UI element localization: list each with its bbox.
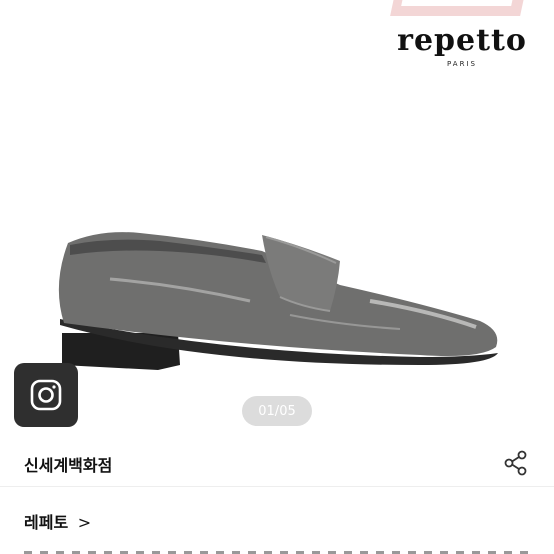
product-image[interactable]: repetto PARIS 01/05 <box>0 0 554 430</box>
share-icon[interactable] <box>502 449 530 477</box>
chevron-right-icon: > <box>77 513 92 532</box>
instagram-icon <box>30 379 62 411</box>
cutoff-text-line <box>24 551 528 554</box>
ribbon-decoration-inner <box>401 0 519 6</box>
store-name: 신세계백화점 <box>24 456 113 475</box>
store-row: 신세계백화점 <box>0 430 554 487</box>
brand-link-label: 레페토 <box>24 513 69 532</box>
gallery-counter: 01/05 <box>242 396 312 426</box>
brand-logo-word: repetto <box>397 23 527 58</box>
brand-logo: repetto PARIS <box>392 23 532 69</box>
instagram-button[interactable] <box>14 363 78 427</box>
brand-link[interactable]: 레페토 > <box>24 509 91 533</box>
brand-logo-sub: PARIS <box>447 60 477 68</box>
loafer-shoe-image <box>58 232 498 370</box>
